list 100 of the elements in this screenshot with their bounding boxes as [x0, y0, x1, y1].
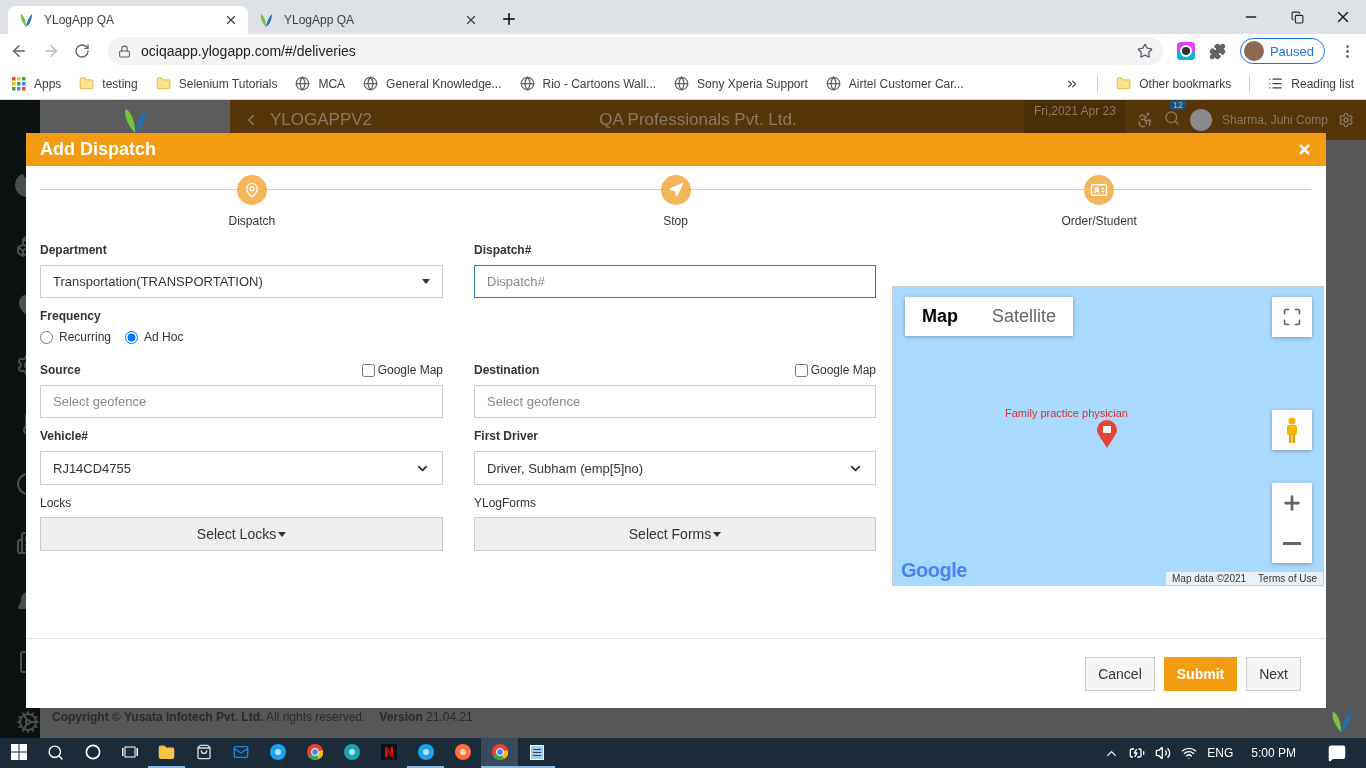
radio-button[interactable]	[40, 330, 53, 344]
field-label: Dispatch#	[474, 243, 532, 257]
browser-icon	[306, 744, 323, 760]
field-label: Frequency	[40, 309, 101, 323]
radio-label: Ad Hoc	[144, 330, 184, 344]
place-marker-icon[interactable]	[1097, 420, 1117, 448]
driver-select[interactable]: Driver, Subham (emp[5]no)	[474, 451, 876, 485]
radio-button[interactable]	[125, 330, 139, 344]
fullscreen-button[interactable]	[1272, 297, 1312, 337]
globe-icon	[295, 76, 311, 91]
checkbox[interactable]	[794, 363, 808, 377]
chat-icon	[269, 744, 286, 760]
video-app-icon	[380, 744, 397, 760]
map-attribution: Map data ©2021	[1171, 572, 1248, 585]
battery-icon[interactable]	[1129, 745, 1146, 761]
notification-icon[interactable]	[1328, 744, 1346, 762]
bookmark[interactable]: MCA	[295, 76, 346, 91]
zoom-out-button[interactable]	[1272, 523, 1312, 563]
plus-icon	[1281, 492, 1303, 514]
field-label: First Driver	[474, 429, 539, 443]
vehicle-select[interactable]: RJ14CD4755	[40, 451, 443, 485]
bookmark[interactable]: Other bookmarks	[1116, 76, 1232, 91]
radio-label: Recurring	[59, 330, 112, 344]
list-icon	[1268, 76, 1284, 91]
star-icon[interactable]	[1136, 43, 1153, 59]
caret-icon	[278, 531, 287, 537]
folder-icon	[1116, 76, 1132, 91]
bookmark[interactable]: Sony Xperia Support	[674, 76, 808, 91]
field-label: YLogForms	[474, 496, 537, 510]
field-label: Destination	[474, 363, 540, 377]
browser-icon	[454, 744, 471, 760]
task-view-icon[interactable]	[121, 745, 138, 759]
reading-list[interactable]: Reading list	[1268, 76, 1354, 91]
dialog-button[interactable]: Next	[1246, 656, 1301, 691]
reload-icon[interactable]	[74, 43, 90, 59]
zoom-in-button[interactable]	[1272, 483, 1312, 523]
caret-icon	[713, 531, 722, 537]
notepad-icon	[529, 744, 544, 760]
language-indicator[interactable]: ENG	[1207, 746, 1234, 760]
browser-icon	[491, 744, 508, 760]
bookmark[interactable]: testing	[79, 76, 138, 91]
terms-link[interactable]: Terms of Use	[1252, 572, 1323, 585]
clock-text[interactable]: 5:00 PM	[1251, 746, 1296, 760]
checkbox-label: Google Map	[810, 363, 876, 377]
dialog-button[interactable]: Cancel	[1085, 656, 1155, 691]
speaker-icon[interactable]	[1155, 745, 1172, 761]
count-badge: 12	[1169, 99, 1186, 110]
checkbox[interactable]	[361, 363, 375, 377]
map-logo: Google	[901, 559, 967, 582]
caret-icon	[422, 279, 430, 284]
step-label: Order/Student	[1061, 214, 1137, 228]
location-pin-icon	[243, 182, 260, 198]
bookmark[interactable]: Apps	[12, 76, 62, 91]
browser-tab[interactable]: YLogApp QA	[8, 6, 248, 34]
address-bar[interactable]: ociqaapp.ylogapp.com/#/deliveries	[108, 37, 1163, 65]
apps-grid-icon	[12, 76, 26, 91]
geofence-field[interactable]: Select geofence	[40, 385, 443, 418]
back-icon[interactable]	[10, 42, 28, 60]
app-name: YLOGAPPV2	[270, 110, 373, 130]
checkbox-label: Google Map	[377, 363, 443, 377]
id-card-icon	[1090, 181, 1109, 199]
field-label: Locks	[40, 496, 72, 510]
fullscreen-icon	[1282, 307, 1302, 327]
close-icon[interactable]	[464, 13, 478, 27]
windows-logo-icon[interactable]	[10, 744, 27, 760]
bookmark[interactable]: General Knowledge...	[363, 76, 502, 91]
bookmark[interactable]: Selenium Tutorials	[155, 76, 278, 91]
dialog-title: Add Dispatch	[40, 139, 156, 160]
select-forms-button[interactable]: Select Forms	[474, 517, 876, 551]
folder-icon	[79, 76, 95, 91]
globe-icon	[674, 76, 690, 91]
globe-icon	[363, 76, 379, 91]
bookmark[interactable]: Airtel Customer Car...	[825, 76, 964, 91]
lock-icon	[118, 44, 131, 58]
avatar[interactable]	[1189, 109, 1212, 131]
extension-icon[interactable]	[1176, 42, 1195, 60]
map-type-tab[interactable]: Map	[905, 297, 975, 336]
puzzle-icon[interactable]	[1208, 42, 1226, 60]
select-locks-button[interactable]: Select Locks	[40, 517, 443, 551]
search-icon[interactable]	[47, 743, 64, 761]
restore-icon[interactable]	[1290, 10, 1304, 24]
map-type-tab[interactable]: Satellite	[975, 297, 1074, 336]
geofence-field[interactable]: Select geofence	[474, 385, 876, 418]
wifi-icon[interactable]	[1181, 745, 1198, 761]
leaf-logo-icon	[258, 12, 274, 28]
close-icon[interactable]	[224, 13, 238, 27]
department-select[interactable]: Transportation(TRANSPORTATION)	[40, 265, 443, 298]
field-label: Vehicle#	[40, 429, 89, 443]
step-label: Stop	[663, 214, 688, 228]
new-tab-icon[interactable]	[500, 10, 518, 28]
browser-tab[interactable]: YLogApp QA	[248, 6, 488, 34]
field-label: Department	[40, 243, 107, 257]
person-icon[interactable]	[1135, 111, 1154, 129]
map[interactable]: Map Satellite Family practice physician Google Map data ©2021 Terms of Use	[892, 286, 1324, 586]
dispatch-number-field[interactable]: Dispatch#	[474, 265, 876, 298]
circle-icon[interactable]	[84, 744, 101, 760]
minus-icon	[1283, 541, 1301, 545]
settings-icon[interactable]	[1338, 112, 1354, 128]
folder-icon	[158, 743, 175, 761]
bookmark[interactable]: Rio - Cartoons Wall...	[519, 76, 657, 91]
